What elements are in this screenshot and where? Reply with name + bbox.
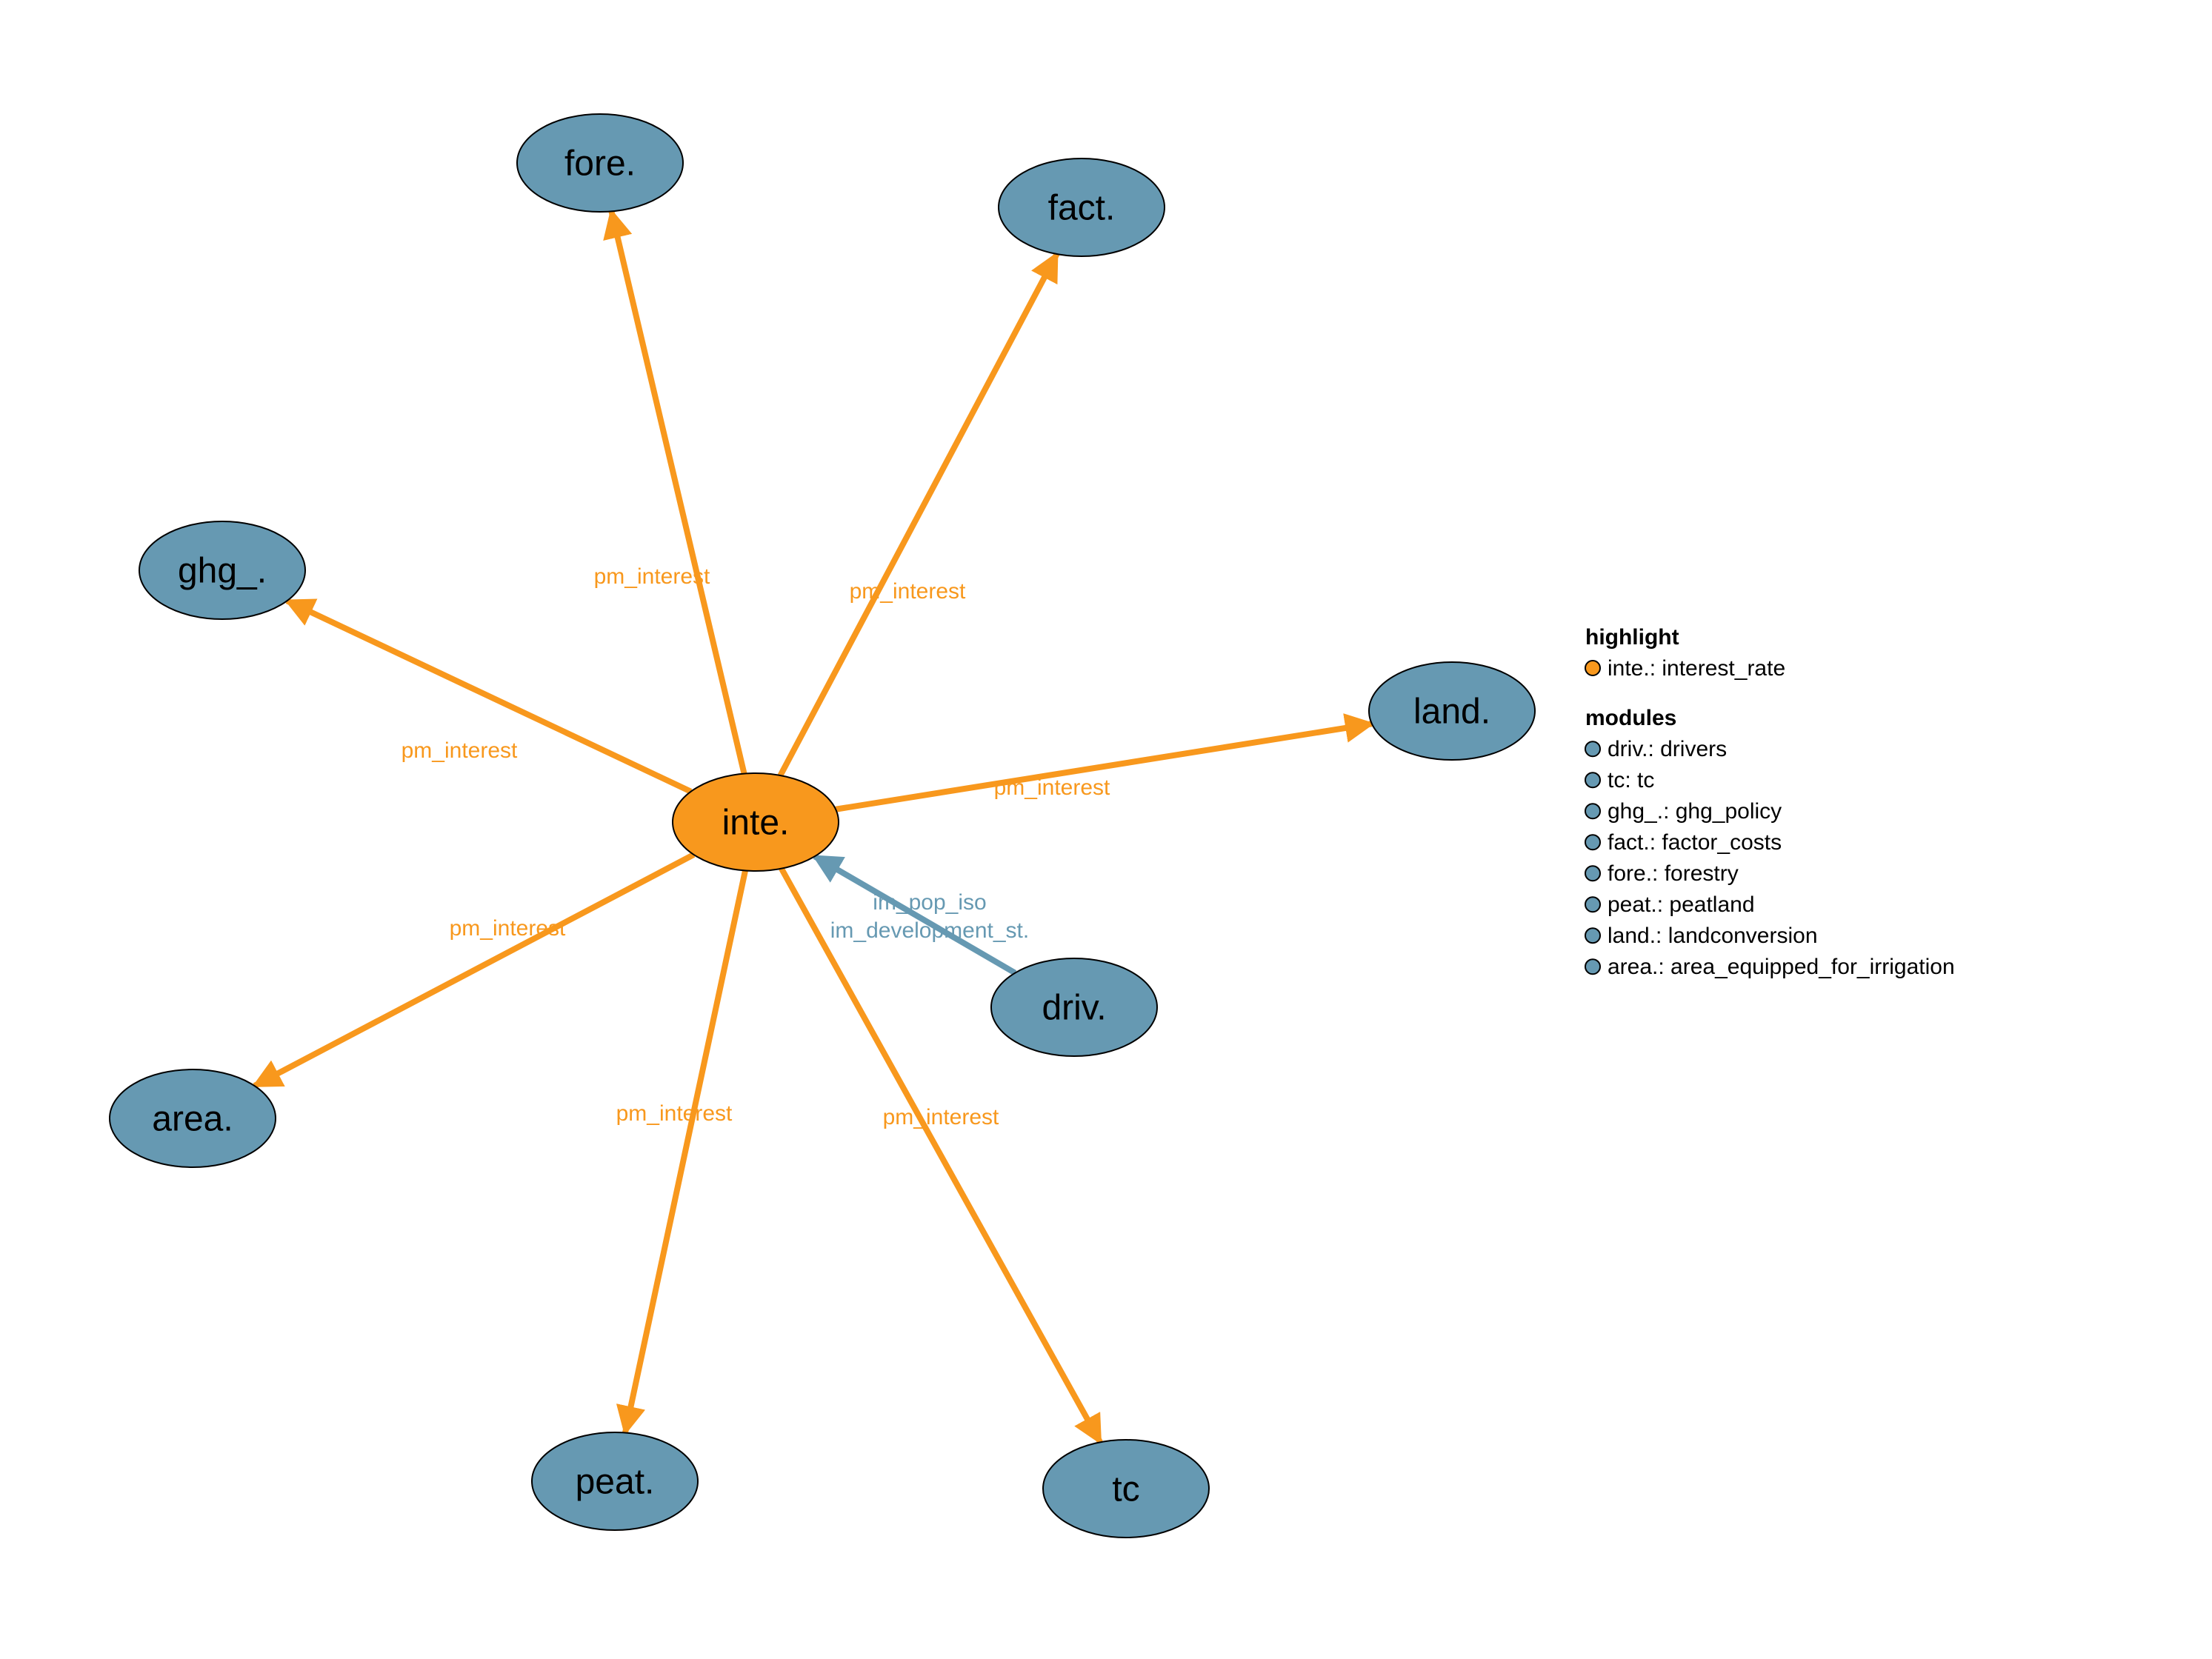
node-driv: driv. xyxy=(991,958,1157,1056)
edge-inte-to-tc xyxy=(782,869,1100,1443)
node-label-tc: tc xyxy=(1112,1470,1139,1509)
edge-label-in-driv-1: im_development_st. xyxy=(830,918,1029,943)
legend-dot-module-4 xyxy=(1585,866,1600,881)
edge-inte-to-fact xyxy=(780,254,1056,775)
legend-dot-module-0 xyxy=(1585,741,1600,756)
legend-item-highlight-0: inte.: interest_rate xyxy=(1608,656,1785,681)
legend-item-module-3: fact.: factor_costs xyxy=(1608,830,1782,855)
legend-item-module-7: area.: area_equipped_for_irrigation xyxy=(1608,955,1955,979)
node-land: land. xyxy=(1369,662,1535,760)
legend-modules-title: modules xyxy=(1585,706,1676,730)
node-center-inte: inte. xyxy=(673,773,839,871)
edge-label-ghg: pm_interest xyxy=(402,738,518,763)
legend-item-module-5: peat.: peatland xyxy=(1608,892,1755,917)
legend-item-module-2: ghg_.: ghg_policy xyxy=(1608,799,1782,824)
legend-dot-highlight-0 xyxy=(1585,661,1600,675)
edge-label-peat: pm_interest xyxy=(616,1101,733,1126)
nodes-layer: fore. fact. ghg_. land. area. driv. peat. tc int… xyxy=(110,114,1535,1538)
node-area: area. xyxy=(110,1069,276,1167)
node-label-driv: driv. xyxy=(1042,989,1106,1028)
edge-label-fore: pm_interest xyxy=(594,564,710,589)
legend-item-module-6: land.: landconversion xyxy=(1608,924,1818,948)
edge-driv-to-inte xyxy=(815,856,1016,972)
node-label-center: inte. xyxy=(722,804,790,843)
legend-item-module-0: driv.: drivers xyxy=(1608,737,1727,761)
edge-label-fact: pm_interest xyxy=(850,579,966,604)
module-graph: pm_interest pm_interest pm_interest pm_inte… xyxy=(0,0,2212,1659)
edge-label-land: pm_interest xyxy=(994,775,1110,800)
edge-label-in-driv-0: im_pop_iso xyxy=(873,890,986,915)
legend-dot-module-5 xyxy=(1585,897,1600,912)
node-label-peat: peat. xyxy=(576,1463,655,1502)
node-label-land: land. xyxy=(1413,692,1490,732)
node-fore: fore. xyxy=(517,114,683,212)
legend-item-module-4: fore.: forestry xyxy=(1608,861,1739,886)
legend-highlight-title: highlight xyxy=(1585,625,1679,650)
node-label-fore: fore. xyxy=(564,144,636,184)
edge-label-area: pm_interest xyxy=(450,916,566,941)
node-fact: fact. xyxy=(999,158,1165,256)
edge-inte-to-ghg xyxy=(287,601,690,791)
node-label-ghg: ghg_. xyxy=(178,552,267,591)
edge-inte-to-area xyxy=(255,855,694,1086)
node-label-area: area. xyxy=(152,1100,233,1139)
node-ghg: ghg_. xyxy=(139,521,305,619)
node-tc: tc xyxy=(1043,1440,1209,1538)
edge-inte-to-peat xyxy=(625,870,745,1432)
node-peat: peat. xyxy=(532,1432,698,1530)
legend-dot-module-6 xyxy=(1585,928,1600,943)
legend-dot-module-7 xyxy=(1585,959,1600,974)
node-label-fact: fact. xyxy=(1048,189,1116,228)
legend-dot-module-1 xyxy=(1585,772,1600,787)
edge-label-tc: pm_interest xyxy=(883,1105,999,1129)
legend-item-module-1: tc: tc xyxy=(1608,768,1654,792)
legend-dot-module-3 xyxy=(1585,835,1600,849)
edge-inte-to-fore xyxy=(611,211,744,773)
legend: highlight inte.: interest_ratemodules driv… xyxy=(1585,625,1955,979)
legend-dot-module-2 xyxy=(1585,804,1600,818)
